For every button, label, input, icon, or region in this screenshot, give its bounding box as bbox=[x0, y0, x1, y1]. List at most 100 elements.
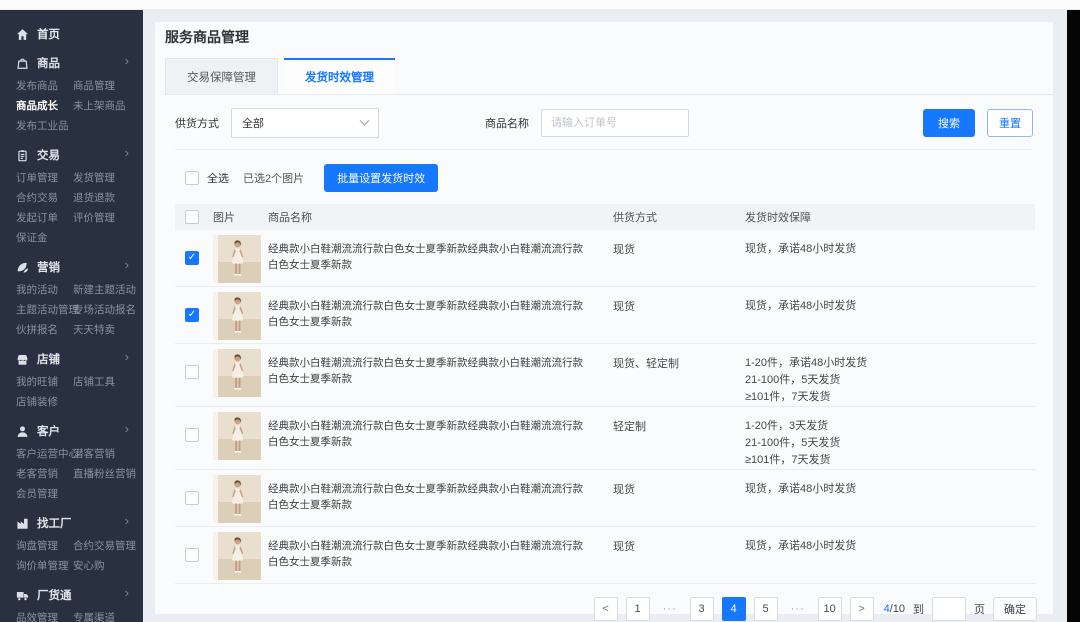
prev-page-button[interactable]: < bbox=[594, 597, 618, 621]
tab-delivery-time[interactable]: 发货时效管理 bbox=[284, 58, 395, 94]
table-header-row: 图片 商品名称 供货方式 发货时效保障 bbox=[175, 204, 1035, 230]
page-button[interactable]: 1 bbox=[626, 597, 650, 621]
col-header-image: 图片 bbox=[213, 209, 268, 225]
sidebar-subitem[interactable]: 潜客营销 bbox=[73, 444, 143, 464]
sidebar-subitem[interactable]: 安心购 bbox=[73, 556, 143, 576]
product-name-label: 商品名称 bbox=[485, 115, 529, 131]
delivery-guarantee: 现货，承诺48小时发货 bbox=[745, 230, 1035, 258]
main-area: 服务商品管理 交易保障管理 发货时效管理 供货方式 全部 商品名称 搜索 重置 … bbox=[143, 10, 1080, 622]
table-row: 经典款小白鞋潮流流行款白色女士夏季新款经典款小白鞋潮流流行款白色女士夏季新款现货… bbox=[175, 527, 1035, 584]
sidebar-group-title: 营销 bbox=[37, 259, 60, 275]
bag-icon bbox=[16, 57, 29, 70]
browser-top-strip bbox=[0, 0, 1080, 10]
sidebar-subitem[interactable]: 天天特卖 bbox=[73, 320, 143, 340]
sidebar-group-header[interactable]: 厂货通› bbox=[16, 584, 143, 606]
product-image bbox=[213, 532, 261, 580]
tab-trade-guarantee[interactable]: 交易保障管理 bbox=[165, 58, 278, 94]
sidebar-subitem[interactable]: 商品管理 bbox=[73, 76, 143, 96]
sidebar-subitem[interactable]: 询价单管理 bbox=[16, 556, 73, 576]
jump-page-input[interactable] bbox=[932, 597, 966, 621]
header-select-checkbox[interactable] bbox=[185, 210, 199, 224]
sidebar-subitem[interactable]: 主题活动管理 bbox=[16, 300, 73, 320]
page-button[interactable]: 3 bbox=[690, 597, 714, 621]
leaves-icon bbox=[16, 261, 29, 274]
next-page-button[interactable]: > bbox=[850, 597, 874, 621]
sidebar-subitem[interactable]: 发起订单 bbox=[16, 208, 73, 228]
sidebar-item-home[interactable]: 首页 bbox=[16, 24, 143, 44]
supply-method: 现货、轻定制 bbox=[613, 344, 745, 371]
sidebar-group-header[interactable]: 营销› bbox=[16, 256, 143, 278]
sidebar-home-label: 首页 bbox=[37, 26, 60, 42]
table-body: ✓经典款小白鞋潮流流行款白色女士夏季新款经典款小白鞋潮流流行款白色女士夏季新款现… bbox=[175, 230, 1035, 584]
selected-count-text: 已选2个图片 bbox=[243, 170, 304, 186]
sidebar-subitem[interactable]: 合约交易 bbox=[16, 188, 73, 208]
sidebar-group: 店铺›我的旺铺店铺工具店铺装修 bbox=[0, 348, 143, 412]
row-checkbox[interactable] bbox=[185, 548, 199, 562]
reset-button[interactable]: 重置 bbox=[987, 109, 1033, 137]
sidebar-group-header[interactable]: 商品› bbox=[16, 52, 143, 74]
product-name: 经典款小白鞋潮流流行款白色女士夏季新款经典款小白鞋潮流流行款白色女士夏季新款 bbox=[268, 287, 613, 330]
row-checkbox[interactable]: ✓ bbox=[185, 308, 199, 322]
tab-bar: 交易保障管理 发货时效管理 bbox=[165, 58, 1053, 95]
product-name: 经典款小白鞋潮流流行款白色女士夏季新款经典款小白鞋潮流流行款白色女士夏季新款 bbox=[268, 470, 613, 513]
sidebar-subitem[interactable]: 我的旺铺 bbox=[16, 372, 73, 392]
page-ratio-total: /10 bbox=[890, 603, 905, 615]
supply-method-select[interactable]: 全部 bbox=[231, 108, 379, 138]
row-checkbox[interactable] bbox=[185, 428, 199, 442]
page-title: 服务商品管理 bbox=[155, 22, 1053, 46]
page-button[interactable]: 4 bbox=[722, 597, 746, 621]
supply-method: 现货 bbox=[613, 230, 745, 257]
sidebar-subitem[interactable]: 店铺工具 bbox=[73, 372, 143, 392]
sidebar-subitem[interactable]: 专场活动报名 bbox=[73, 300, 143, 320]
sidebar-subitem[interactable]: 保证金 bbox=[16, 228, 73, 248]
sidebar-subitem[interactable]: 新建主题活动 bbox=[73, 280, 143, 300]
batch-set-delivery-button[interactable]: 批量设置发货时效 bbox=[324, 164, 438, 192]
filter-row: 供货方式 全部 商品名称 搜索 重置 bbox=[175, 107, 1033, 139]
sidebar-subitem[interactable]: 品效管理 bbox=[16, 608, 73, 622]
select-all-checkbox[interactable] bbox=[185, 171, 199, 185]
page-button[interactable]: 10 bbox=[818, 597, 842, 621]
sidebar-subitem[interactable]: 商品成长 bbox=[16, 96, 73, 116]
delivery-line: 现货，承诺48小时发货 bbox=[745, 481, 1035, 498]
sidebar-group-title: 商品 bbox=[37, 55, 60, 71]
sidebar-subitem[interactable]: 伙拼报名 bbox=[16, 320, 73, 340]
delivery-guarantee: 1-20件，承诺48小时发货21-100件，5天发货≥101件，7天发货 bbox=[745, 344, 1035, 406]
sidebar-subitem[interactable]: 客户运营中心 bbox=[16, 444, 73, 464]
confirm-page-button[interactable]: 确定 bbox=[993, 597, 1037, 621]
sidebar-subitem[interactable]: 发货管理 bbox=[73, 168, 143, 188]
chevron-right-icon: › bbox=[125, 421, 129, 436]
sidebar-subitem[interactable]: 发布商品 bbox=[16, 76, 73, 96]
table-row: ✓经典款小白鞋潮流流行款白色女士夏季新款经典款小白鞋潮流流行款白色女士夏季新款现… bbox=[175, 230, 1035, 287]
sidebar-group-header[interactable]: 找工厂› bbox=[16, 512, 143, 534]
sidebar-subitem[interactable]: 未上架商品 bbox=[73, 96, 143, 116]
sidebar-group-items: 询盘管理合约交易管理询价单管理安心购 bbox=[16, 536, 143, 576]
sidebar-subitem[interactable]: 老客营销 bbox=[16, 464, 73, 484]
sidebar-group-header[interactable]: 店铺› bbox=[16, 348, 143, 370]
row-checkbox[interactable] bbox=[185, 491, 199, 505]
sidebar-subitem[interactable]: 店铺装修 bbox=[16, 392, 73, 412]
sidebar-nav: 首页 商品›发布商品商品管理商品成长未上架商品发布工业品交易›订单管理发货管理合… bbox=[0, 10, 143, 622]
sidebar-subitem[interactable]: 退货退款 bbox=[73, 188, 143, 208]
sidebar-group-header[interactable]: 交易› bbox=[16, 144, 143, 166]
sidebar-subitem[interactable]: 会员管理 bbox=[16, 484, 73, 504]
product-name-input[interactable] bbox=[541, 109, 689, 137]
sidebar-subitem[interactable]: 评价管理 bbox=[73, 208, 143, 228]
product-name: 经典款小白鞋潮流流行款白色女士夏季新款经典款小白鞋潮流流行款白色女士夏季新款 bbox=[268, 527, 613, 570]
supply-method: 现货 bbox=[613, 527, 745, 554]
sidebar-subitem[interactable]: 直播粉丝营销 bbox=[73, 464, 143, 484]
sidebar-subitem[interactable]: 我的活动 bbox=[16, 280, 73, 300]
sidebar-subitem[interactable]: 合约交易管理 bbox=[73, 536, 143, 556]
page-ratio: 4/10 bbox=[884, 603, 905, 615]
page-button[interactable]: 5 bbox=[754, 597, 778, 621]
sidebar-group: 交易›订单管理发货管理合约交易退货退款发起订单评价管理保证金 bbox=[0, 144, 143, 248]
search-button[interactable]: 搜索 bbox=[923, 109, 975, 137]
row-checkbox[interactable] bbox=[185, 365, 199, 379]
row-checkbox[interactable]: ✓ bbox=[185, 251, 199, 265]
sidebar-subitem[interactable]: 发布工业品 bbox=[16, 116, 73, 136]
sidebar-group-header[interactable]: 客户› bbox=[16, 420, 143, 442]
sidebar-subitem[interactable]: 询盘管理 bbox=[16, 536, 73, 556]
person-icon bbox=[16, 425, 29, 438]
sidebar-subitem[interactable]: 专属渠道 bbox=[73, 608, 143, 622]
sidebar-subitem[interactable]: 订单管理 bbox=[16, 168, 73, 188]
section-divider bbox=[175, 149, 1033, 150]
